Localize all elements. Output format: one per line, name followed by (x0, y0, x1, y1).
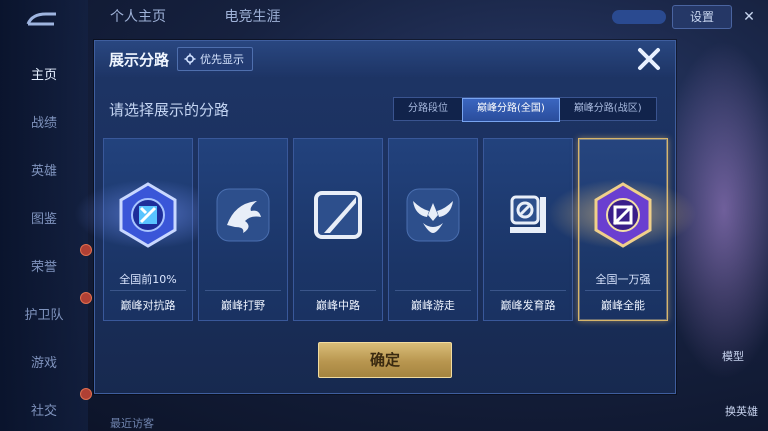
all-round-purple-emblem-icon (594, 182, 652, 248)
rank-text: 全国前10% (119, 273, 177, 286)
rank-text: 全国一万强 (595, 273, 651, 286)
priority-display-button[interactable]: 优先显示 (177, 47, 253, 71)
nav-item-honor[interactable]: 荣誉 (0, 256, 88, 275)
lane-label: 巅峰游走 (411, 299, 455, 312)
switch-hero-label[interactable]: 换英雄 (725, 403, 758, 419)
bottom-bar: 最近访客 (88, 399, 688, 431)
mid-lane-slash-icon (314, 191, 362, 239)
lane-display-dialog: 展示分路 优先显示 请选择展示的分路 分路段位 巅峰分路(全国) 巅峰分路(战区… (74, 40, 697, 394)
exit-icon[interactable]: ✕ (738, 6, 760, 28)
lane-label: 巅峰全能 (601, 299, 645, 312)
top-tabs: 个人主页 电竞生涯 (110, 6, 334, 26)
lane-card[interactable]: 巅峰中路 (293, 138, 383, 321)
nav-item-social[interactable]: 社交 (0, 400, 88, 419)
lane-card[interactable]: 巅峰游走 (388, 138, 478, 321)
priority-display-label: 优先显示 (200, 53, 244, 66)
nav-item-records[interactable]: 战绩 (0, 112, 88, 131)
lane-type-tabs: 分路段位 巅峰分路(全国) 巅峰分路(战区) (393, 97, 657, 122)
status-chip (612, 10, 666, 24)
dialog-subtitle: 请选择展示的分路 (109, 101, 230, 119)
tab-esports-career[interactable]: 电竞生涯 (224, 9, 280, 25)
tab-peak-lane-national[interactable]: 巅峰分路(全国) (462, 98, 560, 122)
lane-label: 巅峰中路 (316, 299, 360, 312)
back-arrow-icon[interactable] (24, 10, 60, 30)
nav-item-heroes[interactable]: 英雄 (0, 160, 88, 179)
lane-label: 巅峰对抗路 (120, 299, 176, 312)
notification-dot (80, 292, 92, 304)
lane-card-selected[interactable]: 全国一万强 巅峰全能 (547, 138, 697, 321)
nav-item-games[interactable]: 游戏 (0, 352, 88, 371)
jungle-dragon-icon (216, 188, 270, 242)
gear-icon (184, 53, 196, 65)
lane-label: 巅峰发育路 (500, 299, 556, 312)
duel-lane-blue-emblem-icon (119, 182, 177, 248)
top-right-controls: 设置 ✕ (612, 5, 768, 29)
lane-card[interactable]: 全国前10% 巅峰对抗路 (74, 138, 224, 321)
roam-wings-icon (406, 188, 460, 242)
lane-card[interactable]: 巅峰打野 (198, 138, 288, 321)
tab-personal-home[interactable]: 个人主页 (110, 9, 166, 25)
close-icon[interactable] (635, 45, 663, 73)
confirm-button[interactable]: 确定 (318, 342, 452, 378)
lane-card-list: 全国前10% 巅峰对抗路 巅峰打野 巅峰中路 巅峰游走 巅峰发育路 全国一万强 … (74, 138, 697, 321)
nav-item-home[interactable]: 主页 (0, 64, 88, 83)
tab-peak-lane-region[interactable]: 巅峰分路(战区) (560, 98, 656, 120)
recent-visitors-label: 最近访客 (110, 417, 154, 430)
settings-button[interactable]: 设置 (672, 5, 732, 29)
lane-label: 巅峰打野 (221, 299, 265, 312)
dialog-title: 展示分路 (109, 51, 170, 69)
tab-lane-rank[interactable]: 分路段位 (394, 98, 462, 120)
model-label[interactable]: 模型 (722, 348, 744, 364)
nav-item-guard[interactable]: 护卫队 (0, 304, 88, 323)
